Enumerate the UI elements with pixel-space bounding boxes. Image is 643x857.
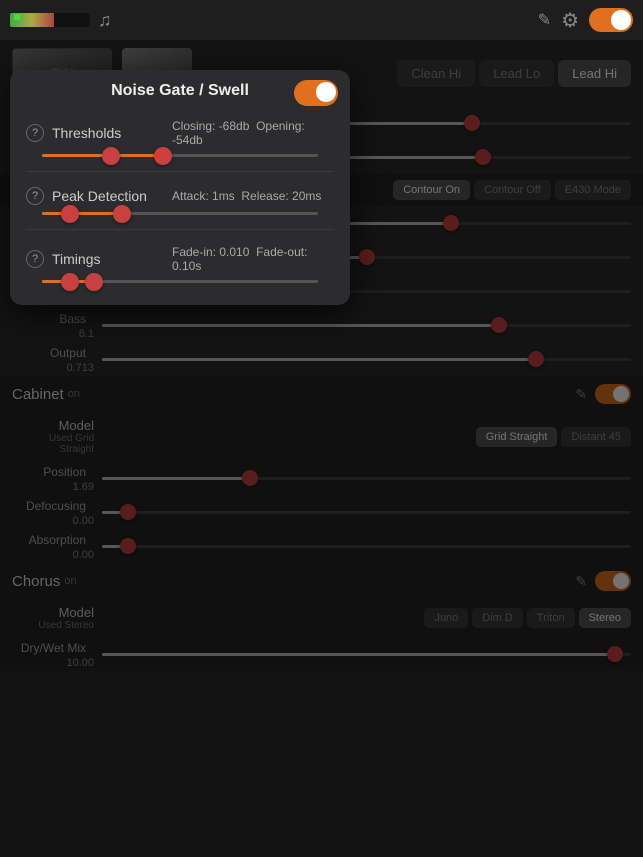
thresholds-slider-thumb1[interactable]	[102, 147, 120, 165]
thresholds-values: Closing: -68db Opening: -54db	[172, 119, 334, 147]
peak-detection-values: Attack: 1ms Release: 20ms	[172, 189, 334, 203]
thresholds-label: Thresholds	[52, 125, 172, 141]
tune-icon[interactable]: ♫	[98, 10, 112, 31]
divider1	[26, 171, 334, 172]
timings-slider-thumb2[interactable]	[85, 273, 103, 291]
top-bar: ♫ ✎ ⚙	[0, 0, 643, 40]
noise-gate-toggle[interactable]	[294, 80, 338, 106]
divider2	[26, 229, 334, 230]
top-bar-left: ♫	[10, 10, 528, 31]
modal-header: Noise Gate / Swell	[10, 70, 350, 108]
peak-slider-container	[26, 210, 334, 219]
level-indicator	[10, 13, 90, 27]
gear-icon[interactable]: ⚙	[561, 8, 579, 33]
thresholds-slider-container	[26, 152, 334, 161]
timings-values: Fade-in: 0.010 Fade-out: 0.10s	[172, 245, 334, 273]
timings-help[interactable]: ?	[26, 250, 44, 268]
peak-detection-section: ? Peak Detection Attack: 1ms Release: 20…	[10, 176, 350, 225]
thresholds-help[interactable]: ?	[26, 124, 44, 142]
timings-slider-container	[26, 278, 334, 287]
pencil-icon-top[interactable]: ✎	[538, 10, 551, 30]
peak-slider-track[interactable]	[42, 212, 318, 215]
peak-help[interactable]: ?	[26, 187, 44, 205]
modal-title: Noise Gate / Swell	[111, 82, 249, 100]
thresholds-row: ? Thresholds Closing: -68db Opening: -54…	[26, 114, 334, 152]
timings-label: Timings	[52, 251, 172, 267]
peak-slider-thumb2[interactable]	[113, 205, 131, 223]
thresholds-slider-thumb2[interactable]	[154, 147, 172, 165]
timings-section: ? Timings Fade-in: 0.010 Fade-out: 0.10s	[10, 234, 350, 293]
main-power-toggle[interactable]	[589, 8, 633, 32]
peak-slider-thumb1[interactable]	[61, 205, 79, 223]
level-dot	[14, 14, 20, 20]
peak-detection-label: Peak Detection	[52, 188, 172, 204]
noise-gate-modal: Noise Gate / Swell ? Thresholds Closing:…	[10, 70, 350, 305]
thresholds-slider-track[interactable]	[42, 154, 318, 157]
thresholds-section: ? Thresholds Closing: -68db Opening: -54…	[10, 108, 350, 167]
timings-slider-track[interactable]	[42, 280, 318, 283]
timings-slider-thumb1[interactable]	[61, 273, 79, 291]
main-content: Clean Hi Lead Lo Lead Hi Input 0.500 Gai…	[0, 40, 643, 857]
